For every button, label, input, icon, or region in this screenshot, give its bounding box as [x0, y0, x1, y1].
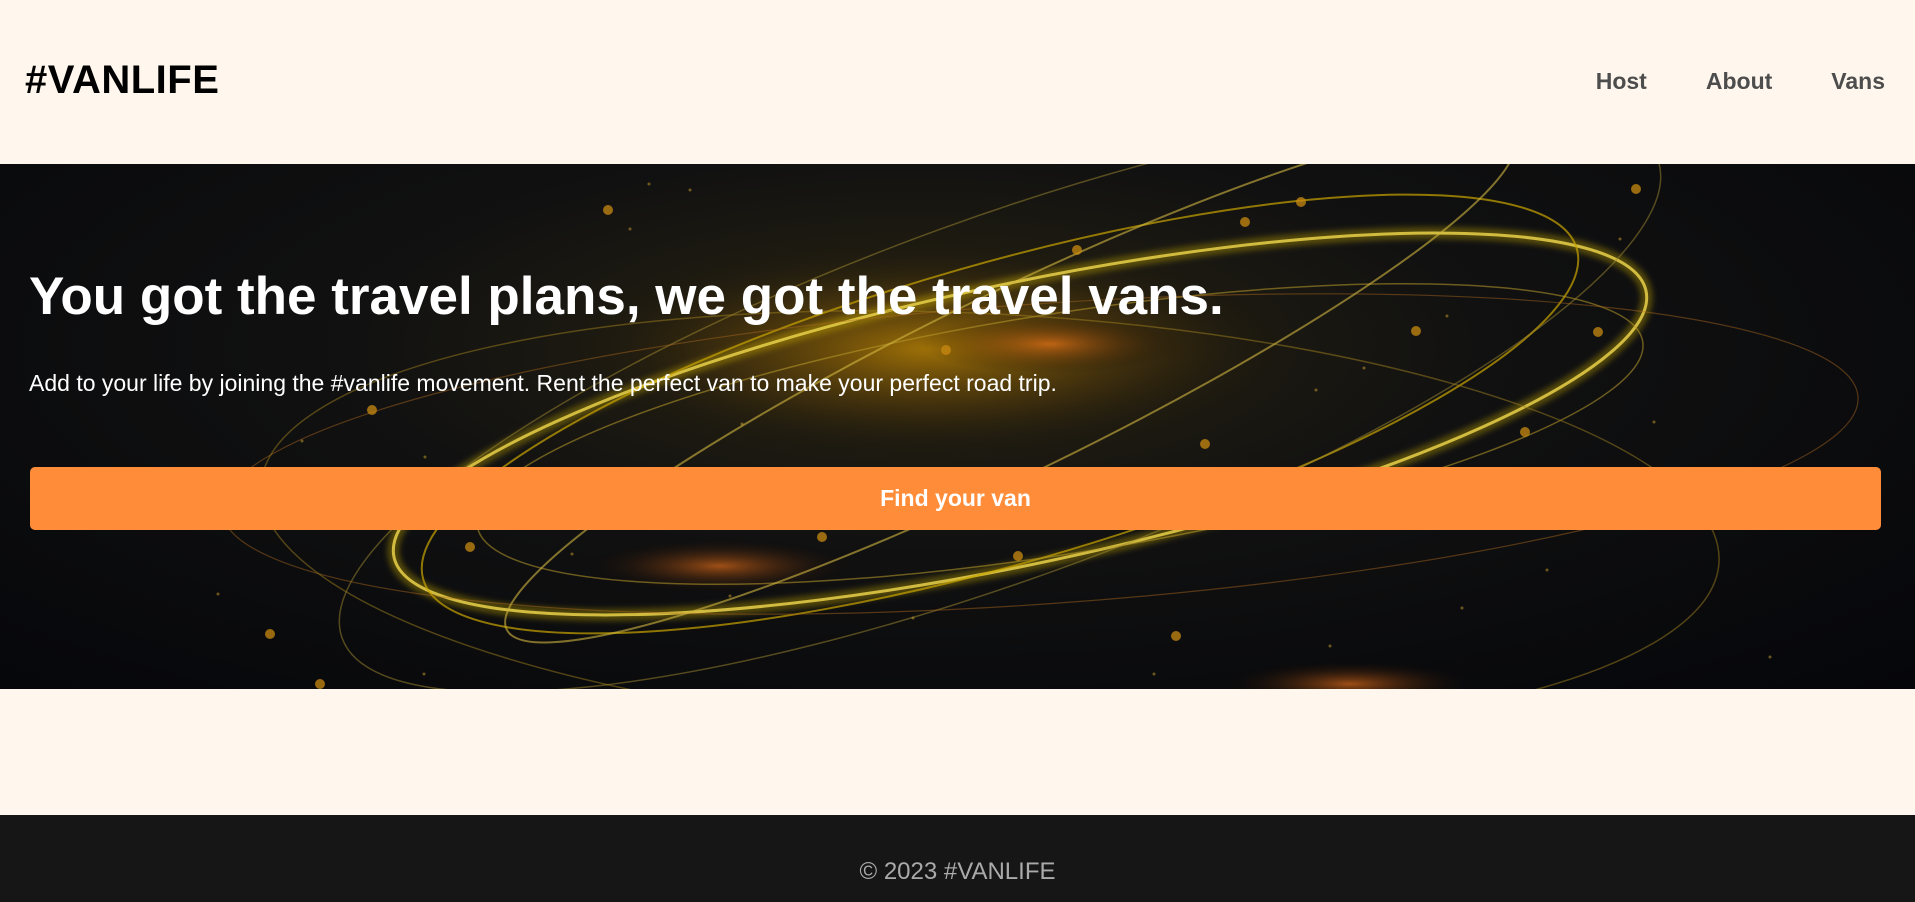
find-your-van-button[interactable]: Find your van [30, 467, 1881, 530]
hero-title: You got the travel plans, we got the tra… [29, 267, 1224, 326]
hero-background-image [216, 164, 1859, 689]
nav-link-about[interactable]: About [1706, 68, 1772, 95]
site-footer: © 2023 #VANLIFE [0, 815, 1915, 902]
main-nav: Host About Vans [1596, 68, 1885, 95]
nav-link-vans[interactable]: Vans [1831, 68, 1885, 95]
site-logo[interactable]: #VANLIFE [25, 58, 219, 103]
site-header: #VANLIFE Host About Vans [0, 0, 1915, 164]
page: #VANLIFE Host About Vans You got the tra… [0, 0, 1915, 902]
hero-section: You got the travel plans, we got the tra… [0, 164, 1915, 689]
nav-link-host[interactable]: Host [1596, 68, 1647, 95]
hero-subtitle: Add to your life by joining the #vanlife… [29, 370, 1057, 396]
footer-copyright: © 2023 #VANLIFE [859, 858, 1056, 885]
